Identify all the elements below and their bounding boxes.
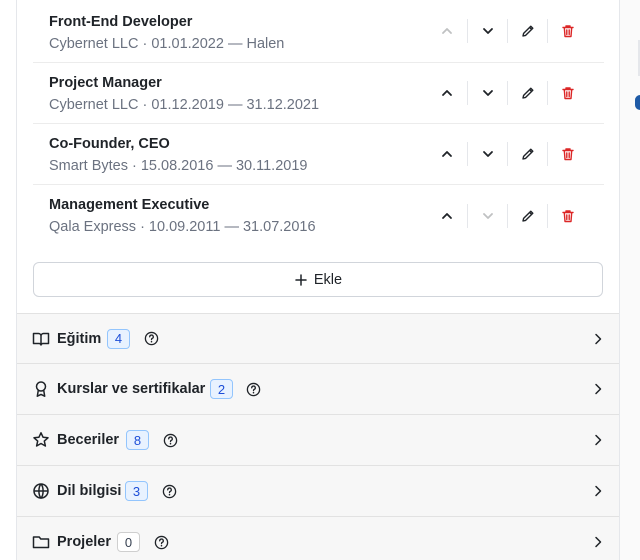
award-icon (32, 380, 50, 398)
move-up-button[interactable] (427, 19, 467, 43)
move-up-button[interactable] (427, 204, 467, 228)
chevron-up-icon (442, 212, 452, 219)
move-down-button[interactable] (467, 203, 507, 228)
add-button-label: Ekle (313, 271, 343, 288)
trash-icon (561, 148, 574, 161)
chevron-down-icon (482, 90, 493, 96)
trash-icon (561, 87, 574, 100)
edit-button[interactable] (507, 142, 547, 166)
experience-item: Co-Founder, CEO Smart Bytes · 15.08.2016… (33, 124, 604, 185)
move-up-button[interactable] (427, 142, 467, 166)
section-courses[interactable]: Kurslar ve sertifikalar 2 (17, 363, 619, 414)
add-experience-button[interactable]: Ekle (33, 262, 603, 297)
experience-item: Management Executive Qala Express · 10.0… (33, 185, 604, 246)
section-label: Eğitim (57, 330, 102, 347)
experience-actions (427, 0, 587, 62)
chevron-down-icon (482, 151, 493, 157)
chevron-up-icon (442, 90, 452, 96)
experience-item: Project Manager Cybernet LLC · 01.12.201… (33, 63, 604, 124)
star-icon (32, 431, 50, 449)
help-icon[interactable] (162, 484, 177, 499)
delete-button[interactable] (547, 142, 587, 166)
count-badge: 3 (125, 481, 148, 501)
move-down-button[interactable] (467, 81, 507, 105)
section-label: Kurslar ve sertifikalar (57, 381, 206, 397)
edit-button[interactable] (507, 19, 547, 43)
help-icon[interactable] (163, 433, 178, 448)
experience-item: Front-End Developer Cybernet LLC · 01.01… (33, 0, 604, 63)
experience-actions (427, 185, 587, 246)
move-up-button[interactable] (427, 81, 467, 105)
chevron-right-icon (591, 382, 605, 396)
edit-button[interactable] (507, 81, 547, 105)
section-skills[interactable]: Beceriler 8 (17, 414, 619, 465)
experience-actions (427, 124, 587, 184)
count-badge: 0 (117, 532, 140, 552)
section-education[interactable]: Eğitim 4 (17, 313, 619, 363)
chevron-right-icon (591, 535, 605, 549)
globe-icon (32, 482, 50, 500)
delete-button[interactable] (547, 203, 587, 228)
section-label: Beceriler (57, 432, 120, 448)
experience-title: Co-Founder, CEO (49, 136, 170, 152)
experience-subtitle: Cybernet LLC · 01.12.2019 — 31.12.2021 (49, 97, 320, 113)
delete-button[interactable] (547, 81, 587, 105)
experience-actions (427, 63, 587, 123)
count-badge: 4 (107, 328, 130, 349)
experience-title: Management Executive (49, 197, 210, 213)
pencil-icon (521, 210, 533, 222)
chevron-down-icon (482, 28, 493, 34)
chevron-up-icon (442, 28, 452, 34)
help-icon[interactable] (154, 535, 169, 550)
section-languages[interactable]: Dil bilgisi 3 (17, 465, 619, 516)
trash-icon (561, 25, 574, 38)
move-down-button[interactable] (467, 19, 507, 43)
chevron-right-icon (591, 332, 605, 346)
pencil-icon (521, 87, 533, 99)
help-icon[interactable] (246, 382, 261, 397)
pencil-icon (521, 25, 533, 37)
pencil-icon (521, 148, 533, 160)
move-down-button[interactable] (467, 142, 507, 166)
chevron-up-icon (442, 151, 452, 157)
section-label: Projeler (57, 534, 111, 550)
edit-button[interactable] (507, 203, 547, 228)
section-label: Dil bilgisi (57, 483, 122, 499)
help-icon[interactable] (144, 331, 159, 346)
count-badge: 8 (126, 430, 149, 450)
chevron-down-icon (482, 212, 493, 219)
adjacent-pane-marker (635, 95, 640, 110)
chevron-right-icon (591, 484, 605, 498)
experience-list: Front-End Developer Cybernet LLC · 01.01… (33, 0, 604, 246)
plus-icon (295, 273, 307, 286)
chevron-right-icon (591, 433, 605, 447)
section-list: Eğitim 4 Kurslar ve sertifikalar 2 Becer… (17, 313, 619, 560)
experience-title: Project Manager (49, 75, 162, 91)
count-badge: 2 (210, 379, 233, 399)
folder-icon (32, 533, 50, 551)
section-projects[interactable]: Projeler 0 (17, 516, 619, 560)
experience-subtitle: Qala Express · 10.09.2011 — 31.07.2016 (49, 219, 316, 235)
adjacent-pane (620, 0, 640, 560)
delete-button[interactable] (547, 19, 587, 43)
experience-title: Front-End Developer (49, 14, 193, 30)
experience-subtitle: Smart Bytes · 15.08.2016 — 30.11.2019 (49, 158, 308, 174)
book-icon (32, 330, 50, 348)
trash-icon (561, 209, 574, 222)
experience-subtitle: Cybernet LLC · 01.01.2022 — Halen (49, 36, 285, 52)
